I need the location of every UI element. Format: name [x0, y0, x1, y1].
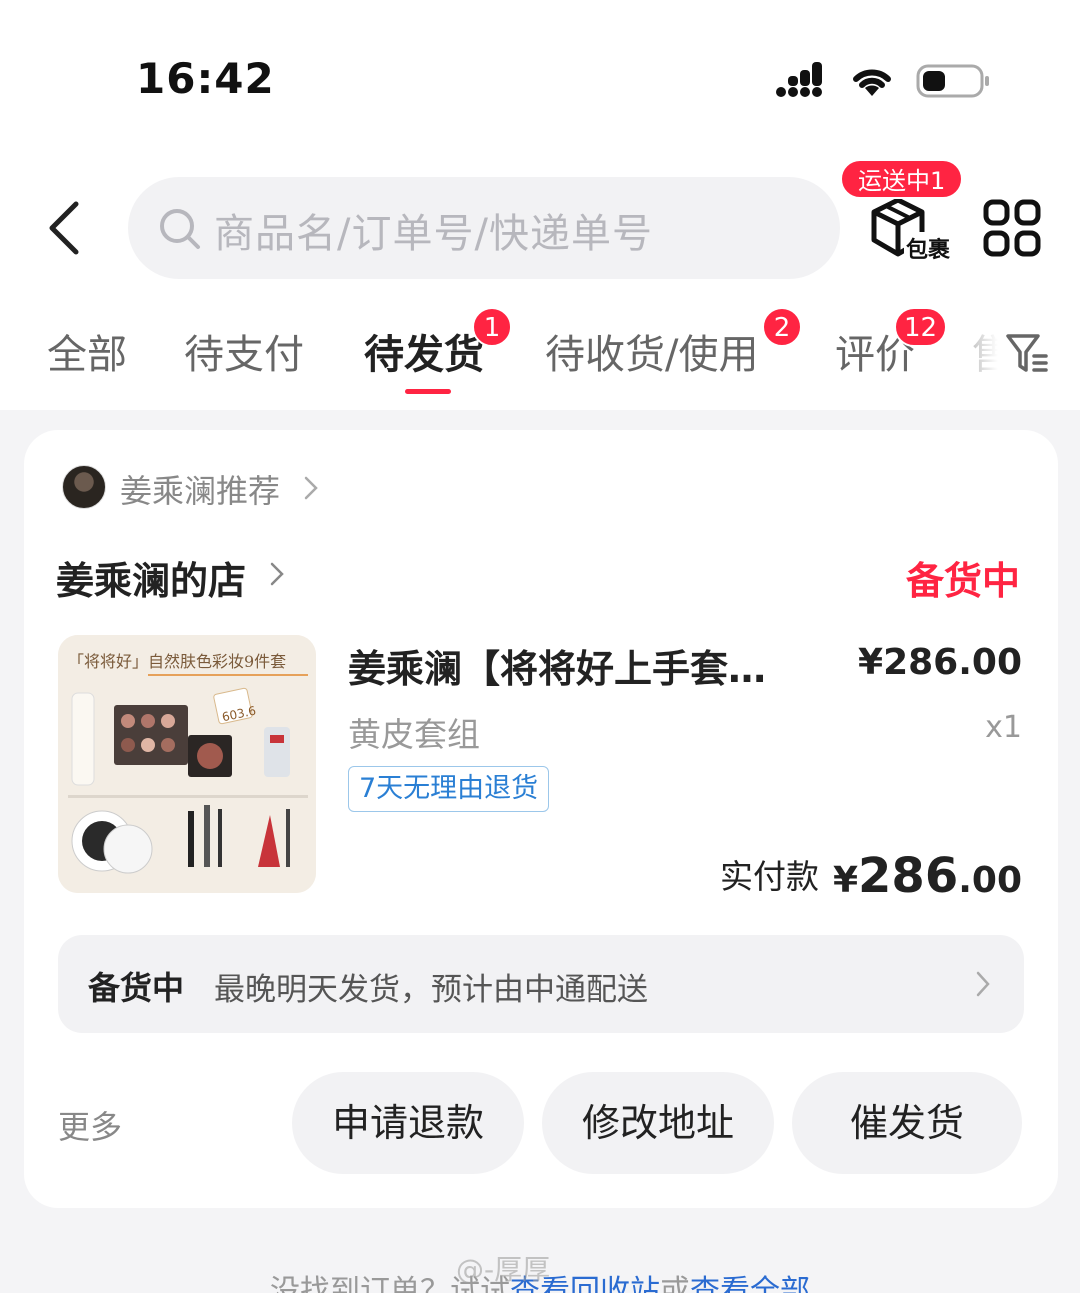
return-policy-tag: 7天无理由退货 — [348, 766, 550, 812]
search-icon — [160, 209, 200, 249]
product-quantity: x1 — [985, 710, 1022, 745]
delivery-info: 最晚明天发货，预计由中通配送 — [214, 972, 648, 1008]
request-refund-button[interactable]: 申请退款 — [292, 1072, 524, 1174]
search-input[interactable]: 商品名/订单号/快递单号 — [128, 177, 840, 279]
active-tab-indicator — [405, 389, 451, 394]
product-variant: 黄皮套组 — [348, 715, 480, 754]
paid-currency: ¥ — [832, 860, 859, 901]
product-title[interactable]: 姜乘澜【将将好上手套… — [348, 638, 818, 693]
paid-amount: ¥286.00 — [833, 848, 1022, 904]
filter-icon[interactable] — [1004, 330, 1050, 376]
paid-integer: 286 — [858, 848, 959, 904]
order-card[interactable]: 姜乘澜推荐 姜乘澜的店 备货中 「将将好」自然肤色彩妆9件套 603.6 姜乘澜… — [24, 430, 1058, 1208]
shipping-count-badge: 运送中1 — [840, 159, 964, 199]
view-all-link[interactable]: 查看全部 — [690, 1274, 810, 1293]
shop-name[interactable]: 姜乘澜的店 — [56, 550, 246, 605]
tab-badge-review: 12 — [894, 307, 948, 347]
paid-decimal: .00 — [958, 860, 1022, 901]
footer-middle: 或 — [660, 1274, 690, 1293]
package-label: 包裹 — [904, 232, 953, 264]
tab-all[interactable]: 全部 — [47, 322, 127, 380]
search-placeholder: 商品名/订单号/快递单号 — [214, 211, 653, 257]
cellular-signal-icon — [776, 62, 822, 97]
tab-pending-shipment[interactable]: 待发货 — [364, 322, 484, 380]
grid-menu-icon[interactable] — [982, 198, 1042, 258]
product-image-headline: 「将将好」自然肤色彩妆9件套 — [68, 652, 286, 671]
delivery-status: 备货中 — [88, 969, 185, 1007]
tab-badge-pending-shipment: 1 — [472, 307, 512, 347]
product-image[interactable]: 「将将好」自然肤色彩妆9件套 603.6 — [58, 635, 316, 893]
product-photo: 「将将好」自然肤色彩妆9件套 603.6 — [58, 635, 316, 893]
package-button[interactable]: 包裹 — [862, 190, 962, 270]
order-status: 备货中 — [905, 559, 1020, 603]
more-button[interactable]: 更多 — [58, 1102, 122, 1148]
chevron-right-icon — [270, 562, 284, 586]
chevron-right-icon — [976, 971, 990, 997]
tab-pending-payment[interactable]: 待支付 — [184, 322, 304, 380]
watermark: @-厚厚 — [456, 1253, 551, 1286]
wifi-icon — [853, 69, 891, 96]
urge-shipment-button[interactable]: 催发货 — [792, 1072, 1022, 1174]
paid-amount-row: 实付款 ¥286.00 — [720, 848, 1022, 904]
tab-pending-receipt[interactable]: 待收货/使用 — [545, 322, 758, 380]
recommender-label[interactable]: 姜乘澜推荐 — [120, 466, 280, 512]
avatar — [62, 465, 106, 509]
tab-badge-pending-receipt: 2 — [762, 307, 802, 347]
product-price: ¥286.00 — [858, 642, 1022, 683]
battery-icon — [916, 64, 989, 98]
chevron-right-icon — [304, 476, 318, 500]
paid-label: 实付款 — [719, 857, 819, 896]
change-address-button[interactable]: 修改地址 — [542, 1072, 774, 1174]
status-time: 16:42 — [136, 54, 275, 103]
back-button[interactable] — [40, 196, 96, 260]
delivery-info-bar[interactable]: 备货中 最晚明天发货，预计由中通配送 — [58, 935, 1024, 1033]
